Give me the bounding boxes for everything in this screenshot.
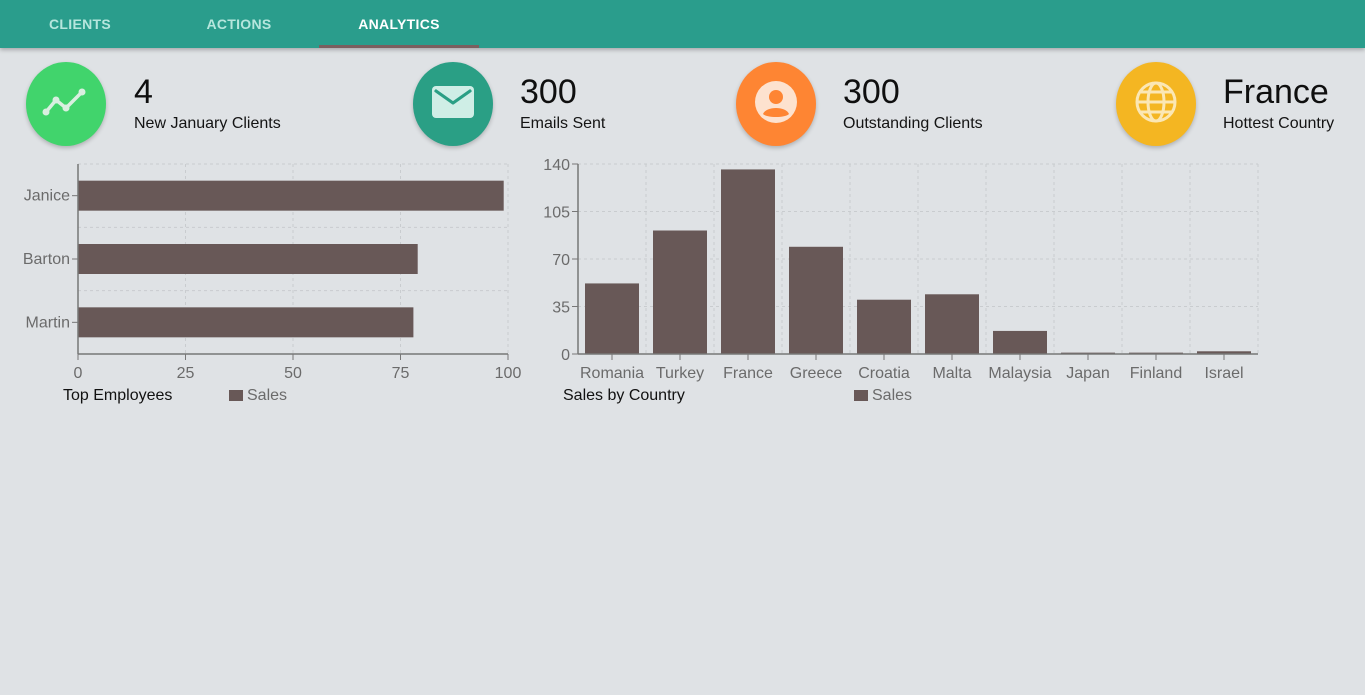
legend-swatch bbox=[229, 390, 243, 401]
tick-label: Malaysia bbox=[988, 365, 1051, 382]
bar bbox=[78, 244, 418, 274]
stat-circle bbox=[1116, 62, 1196, 146]
bar bbox=[78, 180, 504, 211]
tick-label: Barton bbox=[23, 251, 70, 268]
tick-label: 0 bbox=[74, 365, 83, 382]
stat-label: New January Clients bbox=[134, 115, 281, 132]
stat-label: Hottest Country bbox=[1223, 115, 1335, 132]
tick-label: Finland bbox=[1130, 365, 1182, 382]
tick-label: 0 bbox=[561, 347, 570, 364]
tick-label: Turkey bbox=[656, 365, 704, 382]
legend-label: Sales bbox=[247, 387, 287, 404]
tick-label: 50 bbox=[284, 365, 302, 382]
bar bbox=[993, 330, 1047, 354]
tick-label: 35 bbox=[552, 300, 570, 317]
tick-label: Romania bbox=[580, 365, 644, 382]
stat-value: 4 bbox=[134, 73, 153, 111]
tick-label: 70 bbox=[552, 252, 570, 269]
stat-label: Emails Sent bbox=[520, 115, 606, 132]
account-circle-icon bbox=[753, 79, 799, 130]
tick-label: 140 bbox=[543, 157, 570, 174]
tick-label: Croatia bbox=[858, 365, 910, 382]
sales-by-country-chart: Romania Turkey France Greece Croatia Malta Mal… bbox=[543, 157, 1259, 404]
bar bbox=[653, 230, 707, 354]
tick-label: Israel bbox=[1204, 365, 1243, 382]
tab-clients[interactable]: CLIENTS bbox=[0, 0, 160, 48]
tick-label: France bbox=[723, 365, 773, 382]
legend-label: Sales bbox=[872, 387, 912, 404]
tick-label: 25 bbox=[177, 365, 195, 382]
bar bbox=[925, 294, 979, 354]
tick-label: 105 bbox=[543, 205, 570, 222]
bar bbox=[857, 299, 911, 354]
trending-line-icon bbox=[42, 78, 90, 131]
bar bbox=[721, 169, 775, 354]
stat-value: France bbox=[1223, 73, 1329, 111]
stat-circle bbox=[413, 62, 493, 146]
tick-label: Janice bbox=[24, 188, 70, 205]
tick-label: Malta bbox=[932, 365, 971, 382]
bar bbox=[789, 246, 843, 354]
tick-label: Greece bbox=[790, 365, 843, 382]
tick-label: Martin bbox=[26, 314, 70, 331]
tick-label: Japan bbox=[1066, 365, 1110, 382]
bar bbox=[585, 283, 639, 354]
stat-circle bbox=[736, 62, 816, 146]
chart-title: Top Employees bbox=[63, 387, 172, 404]
legend-swatch bbox=[854, 390, 868, 401]
tick-label: 100 bbox=[495, 365, 522, 382]
tab-analytics[interactable]: ANALYTICS bbox=[319, 0, 479, 48]
chart-title: Sales by Country bbox=[563, 387, 685, 404]
globe-icon bbox=[1133, 79, 1179, 130]
active-tab-indicator bbox=[319, 45, 479, 48]
top-employees-chart: Janice Barton Martin 0 25 50 75 100 Top Employee… bbox=[23, 163, 522, 404]
stat-value: 300 bbox=[843, 73, 900, 111]
tab-actions[interactable]: ACTIONS bbox=[159, 0, 319, 48]
tick-label: 75 bbox=[392, 365, 410, 382]
bar bbox=[78, 307, 414, 338]
stat-label: Outstanding Clients bbox=[843, 115, 983, 132]
stat-value: 300 bbox=[520, 73, 577, 111]
envelope-icon bbox=[429, 78, 477, 131]
top-nav-bar: CLIENTS ACTIONS ANALYTICS bbox=[0, 0, 1365, 48]
stat-circle bbox=[26, 62, 106, 146]
